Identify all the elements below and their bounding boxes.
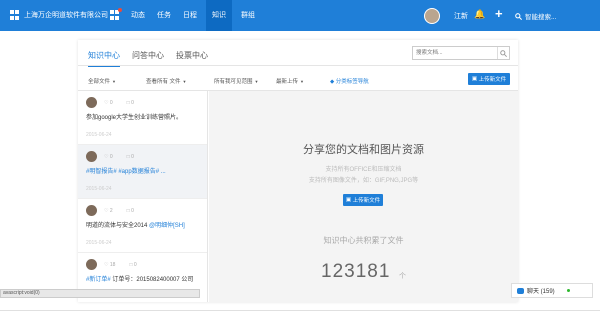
filter-sort-label: 最新上传 — [276, 79, 299, 85]
document-feed: ♡ 0 □ 0 参加google大学生创业训练营照片。 2015-06-24 ♡… — [78, 91, 208, 302]
company-logo-icon — [10, 10, 20, 20]
item-text: 明道的流体与安全2014 @明细仲[SH] — [86, 220, 207, 229]
item-text: #新订单# 订单号：2015082400007 公司 — [86, 274, 207, 283]
global-search-label: 智能搜索... — [525, 14, 557, 21]
total-files-count: 123181 — [321, 261, 391, 282]
global-search[interactable]: 智能搜索... — [515, 11, 556, 21]
filter-scope[interactable]: 所有我可见范围 ▼ — [214, 77, 258, 85]
online-status-icon — [566, 289, 570, 292]
list-item[interactable]: ♡ 2 □ 0 明道的流体与安全2014 @明细仲[SH] 2015-06-24 — [78, 199, 207, 253]
avatar — [86, 259, 97, 270]
plus-icon[interactable]: + — [495, 6, 503, 21]
top-navigation-bar: 上海万企明道软件有限公司 动态 任务 日程 知识 群组 江新 🔔 + 智能搜索.… — [0, 0, 600, 31]
comment-value: 0 — [131, 208, 134, 214]
comment-value: 0 — [131, 100, 134, 106]
promo-upload-button[interactable]: ▣ 上传新文件 — [343, 194, 383, 206]
total-files-unit: 个 — [399, 273, 406, 280]
filter-all-files[interactable]: 全部文件 ▼ — [88, 77, 116, 85]
divider — [0, 310, 600, 311]
filter-sort[interactable]: 最新上传 ▼ — [276, 77, 304, 85]
like-count: ♡ 0 — [104, 100, 113, 106]
promo-upload-label: 上传新文件 — [352, 198, 381, 204]
like-value: 2 — [109, 208, 113, 214]
chat-panel[interactable]: 聊天 (159) — [511, 283, 593, 298]
item-text: 参加google大学生创业训练营照片。 — [86, 112, 207, 121]
list-item[interactable]: ♡ 0 □ 0 参加google大学生创业训练营照片。 2015-06-24 — [78, 91, 207, 145]
item-body: 明道的流体与安全2014 — [86, 223, 150, 229]
nav-groups[interactable]: 群组 — [236, 0, 260, 31]
promo-headline: 分享您的文档和图片资源 — [303, 144, 424, 156]
document-search-input[interactable] — [413, 47, 497, 59]
item-date: 2015-06-24 — [86, 132, 112, 138]
brand[interactable]: 上海万企明道软件有限公司 — [10, 10, 108, 20]
upload-icon: ▣ — [345, 197, 353, 203]
filter-bar: 全部文件 ▼ 查看所有 文件 ▼ 所有我可见范围 ▼ 最新上传 ▼ ◆ 分类标签导航 — [78, 70, 518, 90]
comment-count: □ 0 — [126, 154, 134, 160]
like-value: 0 — [109, 154, 113, 160]
nav-feed[interactable]: 动态 — [126, 0, 150, 31]
promo-subtext-office: 支持所有OFFICE和压缩文档 — [325, 167, 402, 173]
nav-tasks[interactable]: 任务 — [152, 0, 176, 31]
item-stats: ♡ 18 □ 0 — [104, 262, 151, 268]
item-stats: ♡ 2 □ 0 — [104, 208, 148, 214]
comment-value: 0 — [133, 262, 137, 268]
bell-icon[interactable]: 🔔 — [474, 9, 485, 20]
item-body: 参加google大学生创业训练营照片。 — [86, 115, 183, 121]
filter-scope-label: 所有我可见范围 — [214, 79, 253, 85]
avatar — [86, 97, 97, 108]
avatar — [86, 205, 97, 216]
upload-icon: ▣ — [471, 76, 479, 82]
filter-all-files-label: 全部文件 — [88, 79, 111, 85]
user-avatar — [424, 8, 440, 24]
company-name[interactable]: 上海万企明道软件有限公司 — [24, 10, 108, 20]
divider — [78, 65, 518, 66]
filter-view-all-label: 查看所有 文件 — [146, 79, 181, 85]
item-text: #明智报告# #app数据报告# ... — [86, 166, 207, 175]
item-tag[interactable]: #明智报告# #app数据报告# ... — [86, 169, 166, 175]
upload-file-label: 上传新文件 — [478, 77, 507, 83]
upload-file-button[interactable]: ▣ 上传新文件 — [468, 73, 510, 85]
like-value: 18 — [109, 262, 116, 268]
avatar — [86, 151, 97, 162]
document-search-button[interactable] — [497, 47, 509, 59]
chevron-down-icon: ▼ — [254, 79, 259, 84]
item-date: 2015-06-24 — [86, 186, 112, 192]
item-stats: ♡ 0 □ 0 — [104, 154, 148, 160]
chevron-down-icon: ▼ — [112, 79, 116, 84]
category-nav-link[interactable]: ◆ 分类标签导航 — [330, 77, 369, 85]
like-count: ♡ 18 — [104, 262, 116, 268]
chat-icon — [517, 287, 524, 294]
comment-value: 0 — [131, 154, 134, 160]
user-menu[interactable]: 江新 — [424, 8, 468, 24]
comment-count: □ 0 — [126, 208, 134, 214]
item-tag[interactable]: #新订单# — [86, 277, 111, 283]
item-body: 订单号：2015082400007 公司 — [110, 277, 194, 283]
list-item[interactable]: ♡ 0 □ 0 #明智报告# #app数据报告# ... 2015-06-24 — [78, 145, 207, 199]
apps-grid-icon[interactable] — [110, 8, 122, 20]
filter-view-all[interactable]: 查看所有 文件 ▼ — [146, 77, 187, 85]
nav-calendar[interactable]: 日程 — [178, 0, 202, 31]
search-icon — [515, 12, 522, 20]
document-search — [412, 46, 510, 60]
knowledge-panel: 知识中心 问答中心 投票中心 全部文件▼ 查看所有 文件▼ 所有我可见范围▼ 最… — [78, 40, 518, 302]
search-icon — [500, 49, 507, 57]
upload-promo-area: 分享您的文档和图片资源 支持所有OFFICE和压缩文档 支持所有图像文件，如：G… — [209, 91, 518, 302]
item-mention[interactable]: @明细仲[SH] — [149, 223, 185, 229]
nav-knowledge[interactable]: 知识 — [206, 0, 232, 31]
promo-subtext-images: 支持所有图像文件，如：GIF,PNG,JPG等 — [308, 178, 419, 184]
chevron-down-icon: ▼ — [300, 79, 304, 84]
item-date: 2015-06-24 — [86, 240, 112, 246]
chat-label: 聊天 (159) — [527, 289, 555, 295]
item-stats: ♡ 0 □ 0 — [104, 100, 148, 106]
like-count: ♡ 2 — [104, 208, 113, 214]
comment-count: □ 0 — [129, 262, 137, 268]
category-nav-label: 分类标签导航 — [335, 79, 369, 85]
chevron-down-icon: ▼ — [182, 79, 187, 84]
comment-count: □ 0 — [126, 100, 134, 106]
like-value: 0 — [109, 100, 113, 106]
username: 江新 — [454, 13, 468, 20]
total-files-label: 知识中心共积累了文件 — [323, 236, 404, 245]
like-count: ♡ 0 — [104, 154, 113, 160]
browser-status-bar: avascript:void(0) — [0, 289, 200, 298]
